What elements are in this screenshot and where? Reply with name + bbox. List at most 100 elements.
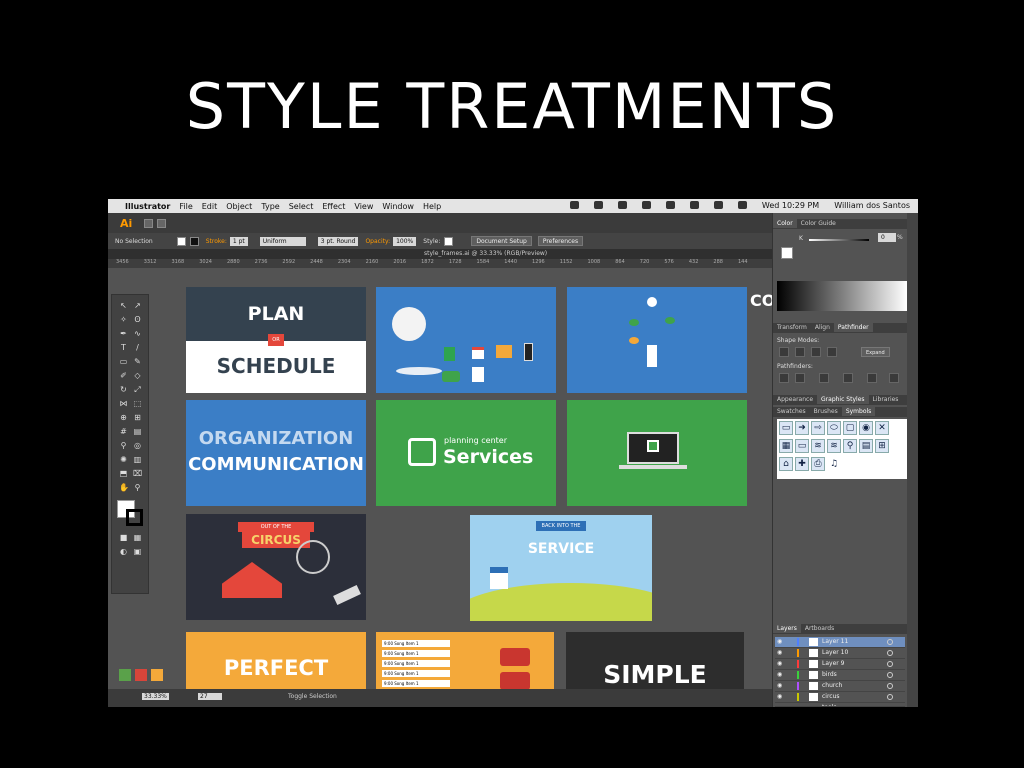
tab-align[interactable]: Align — [811, 323, 834, 332]
menubar-user[interactable]: William dos Santos — [834, 201, 910, 210]
symbol-wifi-icon[interactable]: ≋ — [811, 439, 825, 453]
eye-icon[interactable]: ◉ — [777, 660, 785, 667]
graphic-style-swatch[interactable] — [444, 236, 454, 246]
opacity-label[interactable]: Opacity: — [365, 238, 390, 245]
menu-type[interactable]: Type — [261, 202, 279, 211]
magic-wand-tool-icon[interactable]: ✧ — [119, 315, 128, 324]
status-tool[interactable]: Toggle Selection — [288, 693, 337, 700]
symbol-speech-icon[interactable]: ▤ — [859, 439, 873, 453]
eye-icon[interactable]: ◉ — [777, 638, 785, 645]
symbol-first-aid-icon[interactable]: ✚ — [795, 457, 809, 471]
artboard-services[interactable]: planning center Services — [376, 400, 556, 506]
color-spectrum[interactable] — [777, 281, 907, 311]
opacity-field[interactable]: 100% — [393, 236, 417, 246]
layer-name[interactable]: Layer 10 — [822, 649, 848, 656]
draw-mode-icon[interactable]: ◐ — [119, 547, 128, 556]
slice-tool-icon[interactable]: ⌧ — [133, 469, 142, 478]
swatch-red[interactable] — [135, 669, 147, 681]
eraser-tool-icon[interactable]: ◇ — [133, 371, 142, 380]
symbol-sprayer-tool-icon[interactable]: ✺ — [119, 455, 128, 464]
layer-row[interactable]: ◉ birds — [775, 670, 905, 681]
layer-row[interactable]: ◉ church — [775, 681, 905, 692]
layer-name[interactable]: church — [822, 682, 842, 689]
symbol-shape-icon[interactable]: ⬭ — [827, 421, 841, 435]
target-icon[interactable] — [887, 694, 893, 700]
lasso-tool-icon[interactable]: ʘ — [133, 315, 142, 324]
artboard-perfect[interactable]: PERFECT — [186, 632, 366, 692]
tab-graphic-styles[interactable]: Graphic Styles — [817, 395, 869, 404]
tab-color[interactable]: Color — [773, 219, 797, 228]
merge-icon[interactable] — [819, 373, 829, 383]
arrange-documents-icon[interactable] — [157, 218, 167, 228]
layer-row[interactable]: tools — [775, 703, 905, 707]
panel-scrollbar[interactable] — [907, 213, 918, 707]
free-transform-tool-icon[interactable]: ⬚ — [133, 399, 142, 408]
artboard-organization[interactable]: ORGANIZATION COMMUNICATION — [186, 400, 366, 506]
screen-mode-icon[interactable]: ▣ — [133, 547, 142, 556]
symbol-close-icon[interactable]: ✕ — [875, 421, 889, 435]
minus-front-icon[interactable] — [795, 347, 805, 357]
hand-tool-icon[interactable]: ✋ — [119, 483, 129, 492]
layer-name[interactable]: birds — [822, 671, 837, 678]
mesh-tool-icon[interactable]: # — [119, 427, 128, 436]
menu-view[interactable]: View — [354, 202, 373, 211]
symbol-home-icon[interactable]: ⌂ — [779, 457, 793, 471]
artboard-laptop[interactable] — [567, 400, 747, 506]
menu-object[interactable]: Object — [226, 202, 252, 211]
brush-definition[interactable]: 3 pt. Round — [317, 236, 359, 246]
stroke-color-box[interactable] — [126, 509, 143, 526]
divide-icon[interactable] — [779, 373, 789, 383]
zoom-field[interactable]: 33.33% — [142, 693, 169, 700]
tab-color-guide[interactable]: Color Guide — [797, 219, 840, 228]
menu-help[interactable]: Help — [423, 202, 441, 211]
wifi-icon[interactable] — [713, 201, 723, 209]
intersect-icon[interactable] — [811, 347, 821, 357]
tray-icon[interactable] — [593, 201, 603, 209]
bridge-icon[interactable] — [144, 218, 154, 228]
tab-libraries[interactable]: Libraries — [869, 395, 903, 404]
menu-select[interactable]: Select — [289, 202, 314, 211]
horizontal-ruler[interactable]: 3456 3312 3168 3024 2880 2736 2592 2448 2304 2160… — [108, 259, 772, 268]
layer-name[interactable]: circus — [822, 693, 840, 700]
unite-icon[interactable] — [779, 347, 789, 357]
tab-brushes[interactable]: Brushes — [810, 407, 842, 416]
tray-icon[interactable] — [665, 201, 675, 209]
target-icon[interactable] — [887, 683, 893, 689]
stroke-weight-field[interactable]: 1 pt — [229, 236, 248, 246]
document-tab-title[interactable]: style_frames.ai @ 33.33% (RGB/Preview) — [424, 250, 547, 257]
column-graph-tool-icon[interactable]: ▥ — [133, 455, 142, 464]
symbol-rss-icon[interactable]: ◉ — [859, 421, 873, 435]
artboard-service[interactable]: BACK INTO THE SERVICE — [470, 515, 652, 621]
target-icon[interactable] — [887, 672, 893, 678]
layer-name[interactable]: tools — [822, 704, 837, 706]
selection-tool-icon[interactable]: ↖ — [119, 301, 128, 310]
layer-row[interactable]: ◉ Layer 9 — [775, 659, 905, 670]
symbol-window-icon[interactable]: ▭ — [779, 421, 793, 435]
tab-appearance[interactable]: Appearance — [773, 395, 817, 404]
gradient-tool-icon[interactable]: ▤ — [133, 427, 142, 436]
perspective-grid-tool-icon[interactable]: ⊞ — [133, 413, 142, 422]
symbol-wifi-icon[interactable]: ≋ — [827, 439, 841, 453]
menu-window[interactable]: Window — [382, 202, 414, 211]
rotate-tool-icon[interactable]: ↻ — [119, 385, 128, 394]
target-icon[interactable] — [887, 650, 893, 656]
artboard-song-list[interactable]: 9:00 Song Item 1 9:00 Song Item 1 9:00 S… — [376, 632, 554, 692]
tab-symbols[interactable]: Symbols — [841, 407, 876, 416]
document-setup-button[interactable]: Document Setup — [471, 236, 532, 246]
color-slider[interactable] — [809, 239, 869, 241]
layer-name[interactable]: Layer 11 — [822, 638, 848, 645]
artboard-number-field[interactable]: 27 — [198, 693, 222, 700]
artboard-floating-person[interactable] — [567, 287, 747, 393]
shaper-tool-icon[interactable]: ✐ — [119, 371, 128, 380]
flag-icon[interactable] — [737, 201, 747, 209]
artboard-simple[interactable]: SIMPLE — [566, 632, 744, 692]
artboard-robot-apps[interactable] — [376, 287, 556, 393]
tray-icon[interactable] — [641, 201, 651, 209]
target-icon[interactable] — [887, 639, 893, 645]
rectangle-tool-icon[interactable]: ▭ — [119, 357, 128, 366]
document-tab[interactable]: style_frames.ai @ 33.33% (RGB/Preview) — [108, 249, 772, 259]
scale-tool-icon[interactable]: ⤢ — [133, 385, 142, 394]
tray-icon[interactable] — [689, 201, 699, 209]
preferences-button[interactable]: Preferences — [537, 236, 584, 246]
stroke-swatch[interactable] — [189, 236, 199, 246]
